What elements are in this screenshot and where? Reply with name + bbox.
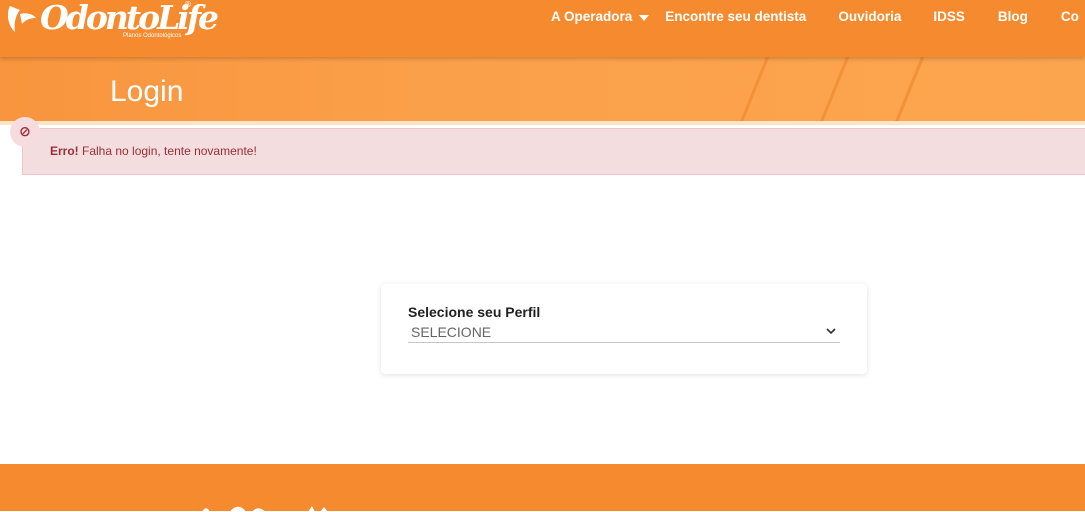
profile-select-label: Selecione seu Perfil (408, 304, 541, 320)
chevron-down-icon (826, 328, 836, 335)
page-title: Login (110, 75, 184, 108)
nav-item-idss[interactable]: IDSS (933, 9, 965, 25)
profile-select[interactable]: SELECIONE (408, 323, 840, 343)
logo-registered-mark: ® (184, 0, 192, 9)
tooth-logo-icon (7, 6, 36, 32)
alert-message: Erro! Falha no login, tente novamente! (50, 144, 257, 158)
nav-item-a-operadora[interactable]: A Operadora (551, 9, 650, 25)
nav-item-encontre-dentista[interactable]: Encontre seu dentista (665, 9, 806, 25)
nav-item-label: A Operadora (551, 9, 633, 24)
error-alert: Erro! Falha no login, tente novamente! (22, 128, 1085, 175)
nav-item-ouvidoria[interactable]: Ouvidoria (838, 9, 901, 25)
main-nav: A Operadora Encontre seu dentista Ouvido… (551, 9, 1079, 25)
block-icon: ⊘ (10, 117, 40, 147)
banner-divider (0, 121, 1085, 125)
caret-down-icon (639, 15, 650, 21)
site-header: OdontoLife ® Planos Odontológicos A Oper… (0, 0, 1085, 57)
banner-decoration (727, 57, 776, 123)
odontolife-logo[interactable]: OdontoLife ® Planos Odontológicos (6, 0, 219, 44)
login-card: Selecione seu Perfil SELECIONE (381, 284, 867, 374)
profile-select-value: SELECIONE (411, 324, 492, 340)
nav-item-contato[interactable]: Co (1061, 9, 1079, 25)
alert-text: Falha no login, tente novamente! (78, 144, 257, 158)
nav-item-blog[interactable]: Blog (998, 9, 1028, 25)
banner-decoration (807, 57, 856, 123)
alert-strong: Erro! (50, 144, 79, 158)
logo-subtitle: Planos Odontológicos (123, 33, 182, 39)
banner-decoration (882, 57, 931, 123)
site-footer (0, 464, 1085, 512)
